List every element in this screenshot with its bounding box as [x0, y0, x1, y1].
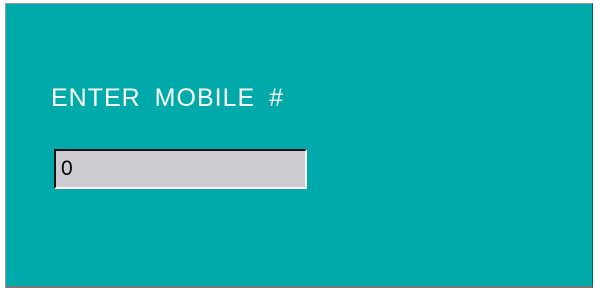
- mobile-number-input[interactable]: [54, 149, 307, 189]
- window: ENTER MOBILE #: [0, 0, 595, 293]
- mobile-entry-panel: ENTER MOBILE #: [5, 3, 593, 288]
- enter-mobile-label: ENTER MOBILE #: [51, 84, 284, 112]
